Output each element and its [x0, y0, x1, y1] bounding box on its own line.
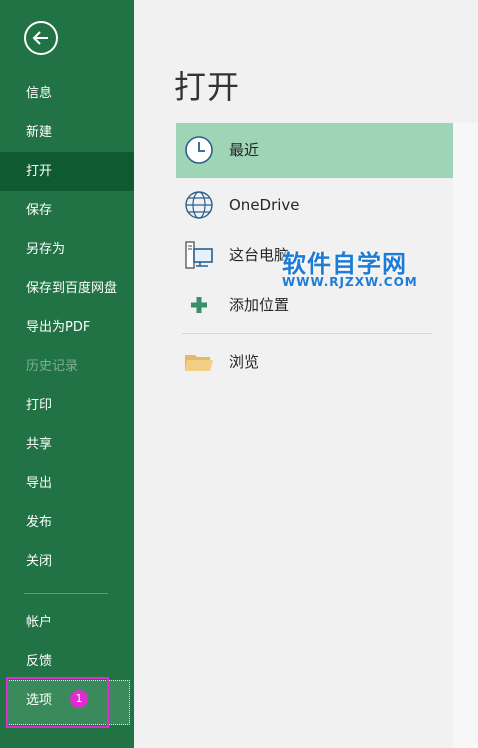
nav-print[interactable]: 打印 — [0, 386, 134, 425]
page-title: 打开 — [174, 68, 241, 106]
globe-icon — [185, 191, 213, 219]
folder-icon — [185, 355, 213, 371]
nav-history: 历史记录 — [26, 359, 79, 374]
sidebar-divider — [24, 593, 108, 594]
nav-account[interactable]: 帐户 — [0, 603, 134, 642]
location-add-place-label: 添加位置 — [229, 296, 290, 314]
options-highlight-box — [6, 677, 109, 728]
location-recent-label: 最近 — [229, 141, 260, 159]
pane-edge — [453, 123, 478, 748]
watermark: 软件自学网 WWW.RJZXW.COM — [282, 244, 432, 289]
nav-save-as[interactable]: 另存为 — [0, 230, 134, 269]
nav-open[interactable]: 打开 — [0, 152, 134, 191]
location-browse[interactable]: 浏览 — [176, 335, 453, 390]
computer-icon — [185, 241, 213, 269]
arrow-left-icon — [32, 31, 48, 45]
location-onedrive[interactable]: OneDrive — [176, 178, 453, 233]
nav-share[interactable]: 共享 — [0, 425, 134, 464]
location-this-pc-label: 这台电脑 — [229, 246, 290, 264]
watermark-url: WWW.RJZXW.COM — [282, 275, 418, 289]
nav-info[interactable]: 信息 — [0, 74, 134, 113]
location-browse-label: 浏览 — [229, 353, 260, 371]
nav-export-pdf[interactable]: 导出为PDF — [0, 308, 134, 347]
nav-save-to-baidu[interactable]: 保存到百度网盘 — [0, 269, 134, 308]
plus-icon — [191, 297, 207, 313]
nav-save[interactable]: 保存 — [0, 191, 134, 230]
location-divider — [182, 333, 432, 334]
back-button[interactable] — [24, 21, 58, 55]
location-onedrive-label: OneDrive — [229, 196, 300, 214]
nav-new[interactable]: 新建 — [0, 113, 134, 152]
location-recent[interactable]: 最近 — [176, 123, 453, 178]
nav-close[interactable]: 关闭 — [0, 542, 134, 581]
clock-icon — [185, 136, 213, 164]
nav-publish[interactable]: 发布 — [0, 503, 134, 542]
watermark-title: 软件自学网 — [282, 250, 407, 278]
nav-feedback[interactable]: 反馈 — [0, 642, 134, 681]
backstage-sidebar: 信息 新建 打开 保存 另存为 保存到百度网盘 导出为PDF 历史记录 打印 共… — [0, 0, 134, 748]
nav-export[interactable]: 导出 — [0, 464, 134, 503]
